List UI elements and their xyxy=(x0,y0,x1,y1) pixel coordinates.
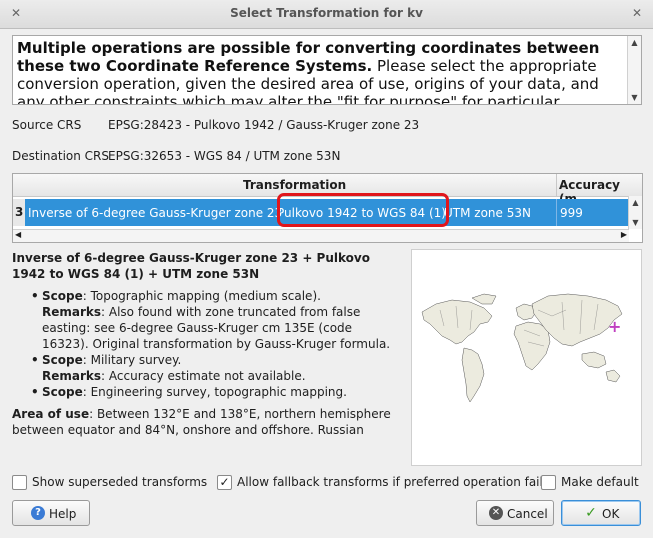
list-item: Scope: Military survey. Remarks: Accurac… xyxy=(31,352,402,384)
checkbox-box[interactable] xyxy=(541,475,556,490)
list-item: Scope: Topographic mapping (medium scale… xyxy=(31,288,402,352)
row-accuracy: 999 xyxy=(560,206,583,220)
scroll-right-icon[interactable]: ▶ xyxy=(621,230,627,239)
world-map-icon: + xyxy=(421,293,623,403)
ok-check-icon: ✓ xyxy=(585,505,597,521)
details-list: Scope: Topographic mapping (medium scale… xyxy=(12,288,402,400)
remarks-label: Remarks xyxy=(42,369,102,383)
scope-label: Scope xyxy=(42,385,83,399)
details-panel: Inverse of 6-degree Gauss-Kruger zone 23… xyxy=(12,250,402,446)
destination-crs-label: Destination CRS xyxy=(12,149,110,163)
row-step-1: Inverse of 6-degree Gauss-Kruger zone 23 xyxy=(28,206,283,220)
scroll-left-icon[interactable]: ◀ xyxy=(15,230,21,239)
remarks-text: : Accuracy estimate not available. xyxy=(101,369,306,383)
area-of-use: Area of use: Between 132°E and 138°E, no… xyxy=(12,406,402,438)
transformations-table[interactable]: Transformation Accuracy (m 3 Inverse of … xyxy=(12,173,643,243)
area-map: + xyxy=(411,249,642,466)
help-icon: ? xyxy=(31,506,45,520)
source-crs-value: EPSG:28423 - Pulkovo 1942 / Gauss-Kruger… xyxy=(108,118,420,132)
description-text: Multiple operations are possible for con… xyxy=(17,39,621,104)
list-item: Scope: Engineering survey, topographic m… xyxy=(31,384,402,400)
details-heading: Inverse of 6-degree Gauss-Kruger zone 23… xyxy=(12,251,370,281)
close-window-icon[interactable]: ✕ xyxy=(629,5,645,21)
description-box[interactable]: Multiple operations are possible for con… xyxy=(12,35,642,105)
cancel-icon: ✕ xyxy=(489,506,503,520)
cancel-label: Cancel xyxy=(507,507,548,521)
row-step-3: UTM zone 53N xyxy=(444,206,531,220)
scope-text: : Military survey. xyxy=(82,353,182,367)
remarks-label: Remarks xyxy=(42,305,102,319)
checkbox-box[interactable] xyxy=(12,475,27,490)
source-crs-label: Source CRS xyxy=(12,118,82,132)
table-hscroll[interactable]: ◀ ▶ xyxy=(13,229,629,242)
scope-text: : Topographic mapping (medium scale). xyxy=(82,289,321,303)
allow-fallback-label[interactable]: Allow fallback transforms if preferred o… xyxy=(237,475,549,489)
make-default-label[interactable]: Make default xyxy=(561,475,639,489)
ok-label: OK xyxy=(602,507,620,521)
show-superseded-label[interactable]: Show superseded transforms xyxy=(32,475,207,489)
scroll-up-icon[interactable]: ▲ xyxy=(628,36,641,49)
scroll-down-icon[interactable]: ▼ xyxy=(628,91,641,104)
highlight-annotation xyxy=(277,193,449,227)
help-button[interactable]: ? Help xyxy=(12,500,90,526)
table-scroll-up-icon[interactable]: ▲ xyxy=(629,196,642,209)
area-marker: + xyxy=(608,317,621,336)
area-label: Area of use xyxy=(12,407,90,421)
window-title: Select Transformation for kv xyxy=(230,6,423,20)
checkmark-icon[interactable]: ✓ xyxy=(217,475,232,490)
scope-text: : Engineering survey, topographic mappin… xyxy=(82,385,347,399)
table-scroll-down-icon[interactable]: ▼ xyxy=(629,216,642,229)
scope-label: Scope xyxy=(42,289,83,303)
header-transformation[interactable]: Transformation xyxy=(243,178,346,192)
title-bar: ✕ Select Transformation for kv ✕ xyxy=(0,0,653,29)
cancel-button[interactable]: ✕ Cancel xyxy=(476,500,554,526)
description-scrollbar[interactable]: ▲ ▼ xyxy=(627,36,641,104)
ok-button[interactable]: ✓ OK xyxy=(561,500,641,526)
help-label: Help xyxy=(49,507,77,521)
scope-label: Scope xyxy=(42,353,83,367)
table-vscroll[interactable]: ▲ ▼ xyxy=(628,196,642,229)
destination-crs-value: EPSG:32653 - WGS 84 / UTM zone 53N xyxy=(108,149,341,163)
